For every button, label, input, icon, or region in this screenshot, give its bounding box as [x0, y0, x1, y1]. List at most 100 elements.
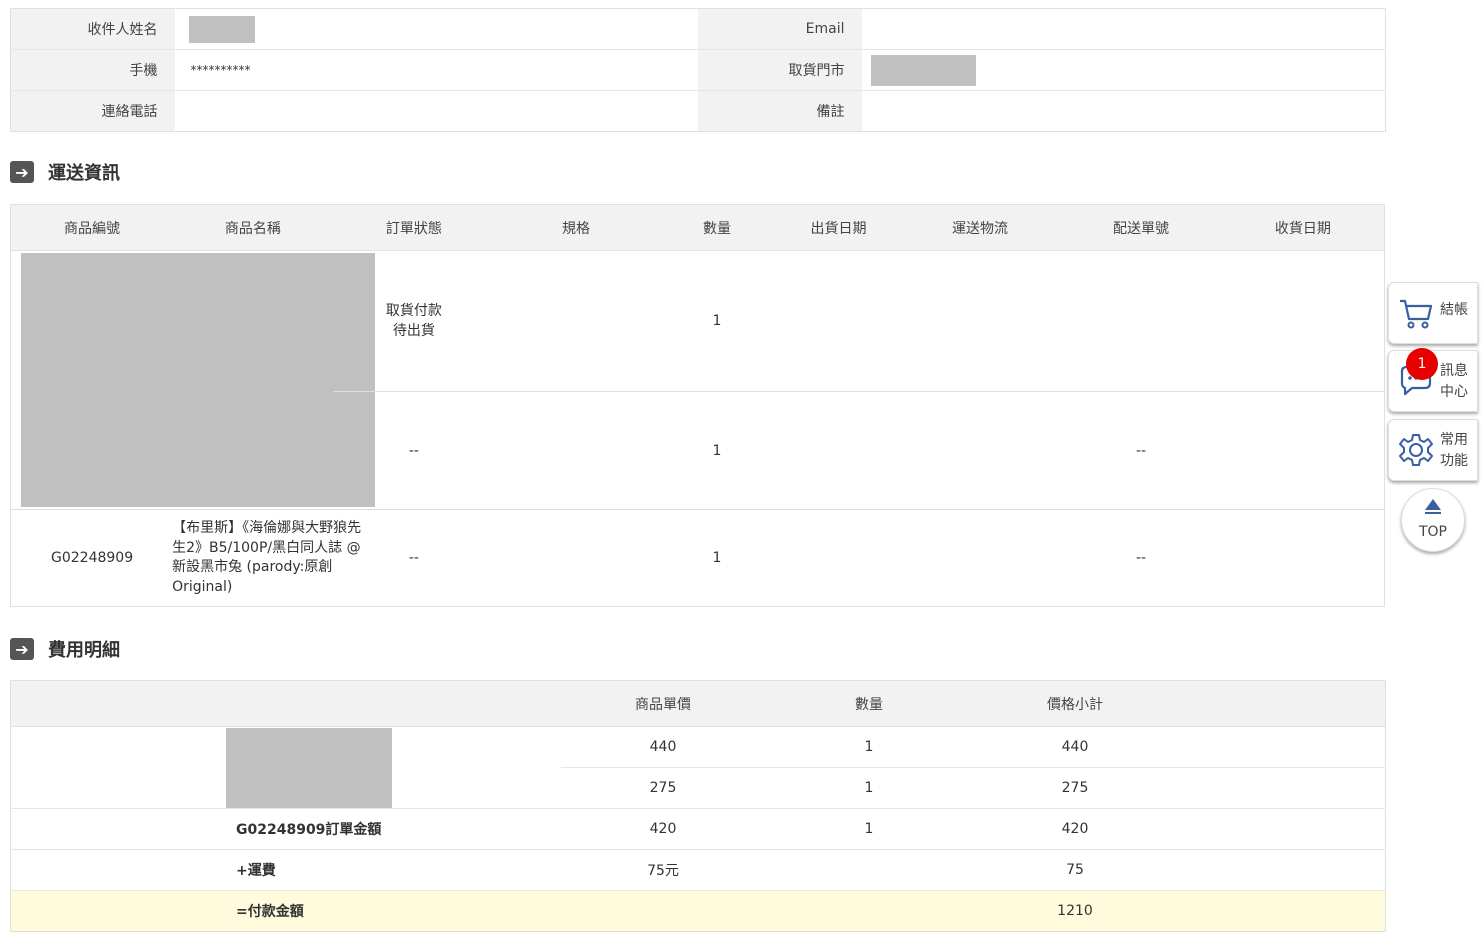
common-functions-button[interactable]: 常用 功能: [1388, 419, 1478, 481]
shipping-fee-subtotal: 75: [972, 849, 1178, 891]
tracking: [1060, 250, 1222, 392]
receive-date: [1222, 510, 1385, 607]
tracking: --: [1135, 550, 1147, 566]
fee-item-image-cell: [10, 726, 561, 809]
ship-date: [777, 510, 899, 607]
table-row: G02248909 【布里斯】《海倫娜與大野狼先生2》B5/100P/黑白同人誌…: [11, 510, 1385, 607]
tel-label: 連絡電話: [10, 90, 175, 132]
store-value: [861, 49, 1386, 91]
tracking: --: [1060, 391, 1222, 510]
shipping-section-title: 運送資訊: [48, 163, 120, 184]
order-status: 取貨付款 待出貨: [332, 250, 496, 392]
col-logistics: 運送物流: [899, 204, 1061, 251]
common-functions-line1: 常用: [1440, 432, 1468, 448]
receiver-name-redacted: [188, 15, 255, 43]
order-amount-label: G02248909訂單金額: [10, 808, 561, 850]
email-value: [861, 8, 1386, 50]
quantity: 1: [656, 391, 778, 510]
col-tracking: 配送單號: [1060, 204, 1222, 251]
subtotal: 420: [972, 808, 1178, 850]
quantity: 1: [656, 250, 778, 392]
receiver-row-1: 收件人姓名 Email: [10, 8, 1386, 50]
col-quantity: 數量: [656, 204, 778, 251]
col-fee-quantity: 數量: [765, 680, 973, 727]
product-name-link[interactable]: 【布里斯】《海倫娜與大野狼先生2》B5/100P/黑白同人誌 @新設黑市兔 (p…: [172, 510, 361, 607]
col-subtotal: 價格小計: [972, 680, 1178, 727]
logistics: [899, 250, 1061, 392]
table-row: 440 1 440: [10, 726, 1386, 809]
quantity: 1: [712, 550, 722, 566]
col-product-code: 商品編號: [10, 204, 174, 251]
receiver-row-3: 連絡電話 備註: [10, 90, 1386, 132]
gear-icon: [1399, 434, 1433, 466]
arrow-right-icon: ➔: [10, 161, 34, 183]
fees-section-title: 費用明細: [48, 640, 120, 661]
col-unit-price: 商品單價: [560, 680, 766, 727]
shipping-table: 商品編號 商品名稱 訂單狀態 規格 數量 出貨日期 運送物流 配送單號 收貨日期…: [10, 204, 1385, 607]
receiver-row-2: 手機 ********** 取貨門市: [10, 49, 1386, 91]
spec: [495, 391, 657, 510]
ship-date: [777, 250, 900, 392]
common-functions-line2: 功能: [1440, 453, 1468, 469]
table-row: G02248909訂單金額 420 1 420: [10, 808, 1386, 850]
store-redacted: [870, 54, 976, 86]
col-product-name: 商品名稱: [173, 204, 333, 251]
product-code: G02248909: [51, 550, 134, 566]
note-value: [862, 91, 1386, 132]
checkout-button[interactable]: 結帳: [1388, 282, 1478, 344]
subtotal: 440: [972, 726, 1178, 768]
message-center-line1: 訊息: [1440, 363, 1468, 379]
shipping-fee-price: 75元: [560, 849, 766, 891]
table-row: 取貨付款 待出貨 1: [10, 250, 1385, 510]
empty-cell: [1177, 726, 1386, 768]
arrow-right-icon: ➔: [10, 638, 34, 660]
shipping-header-row: 商品編號 商品名稱 訂單狀態 規格 數量 出貨日期 運送物流 配送單號 收貨日期: [10, 204, 1385, 251]
empty-cell: [560, 890, 766, 932]
col-item: [10, 680, 561, 727]
fee-quantity: 1: [765, 808, 973, 850]
col-receive-date: 收貨日期: [1221, 204, 1385, 251]
receiver-info-table: 收件人姓名 Email 手機 ********** 取貨門市 連絡電話 備註: [10, 8, 1386, 132]
empty-cell: [1177, 890, 1386, 932]
total-row: =付款金額 1210: [10, 890, 1386, 932]
message-count-badge: 1: [1406, 348, 1438, 380]
product-image-redacted: [21, 253, 375, 507]
note-label: 備註: [697, 90, 862, 132]
shipping-fee-label: +運費: [10, 849, 561, 891]
store-label: 取貨門市: [697, 49, 862, 91]
empty-cell: [1177, 767, 1386, 809]
fee-quantity: 1: [765, 767, 973, 809]
message-center-label: 訊息 中心: [1440, 361, 1474, 403]
fee-item-image-redacted: [226, 727, 392, 808]
table-row: +運費 75元 75: [10, 849, 1386, 891]
checkout-label: 結帳: [1440, 302, 1468, 318]
triangle-up-icon: [1425, 499, 1441, 514]
unit-price: 440: [560, 726, 766, 768]
fee-quantity: 1: [765, 726, 973, 768]
order-status-payment: 取貨付款: [385, 303, 442, 319]
fees-table: 商品單價 數量 價格小計 440 1 440 275 1 275 G022489…: [10, 680, 1386, 932]
phone-label: 手機: [10, 49, 175, 91]
message-center-line2: 中心: [1440, 384, 1468, 400]
shipping-fee-qty: [765, 849, 973, 891]
product-image-cell: [10, 250, 375, 510]
receiver-name-label: 收件人姓名: [10, 8, 175, 50]
subtotal: 275: [972, 767, 1178, 809]
empty-cell: [1177, 808, 1386, 850]
tel-value: [175, 91, 698, 132]
empty-cell: [765, 890, 973, 932]
back-to-top-button[interactable]: TOP: [1401, 488, 1465, 552]
spec: [495, 510, 657, 607]
common-functions-label: 常用 功能: [1440, 430, 1474, 472]
back-to-top-label: TOP: [1418, 524, 1447, 540]
email-label: Email: [697, 8, 862, 50]
spec: [495, 250, 657, 392]
col-ship-date: 出貨日期: [777, 204, 900, 251]
total-label: =付款金額: [10, 890, 561, 932]
order-status-pending: 待出貨: [392, 323, 435, 339]
cart-icon: [1400, 299, 1433, 329]
ship-date: [777, 391, 900, 510]
receiver-name-value: [174, 8, 698, 50]
unit-price: 275: [560, 767, 766, 809]
col-order-status: 訂單狀態: [332, 204, 496, 251]
